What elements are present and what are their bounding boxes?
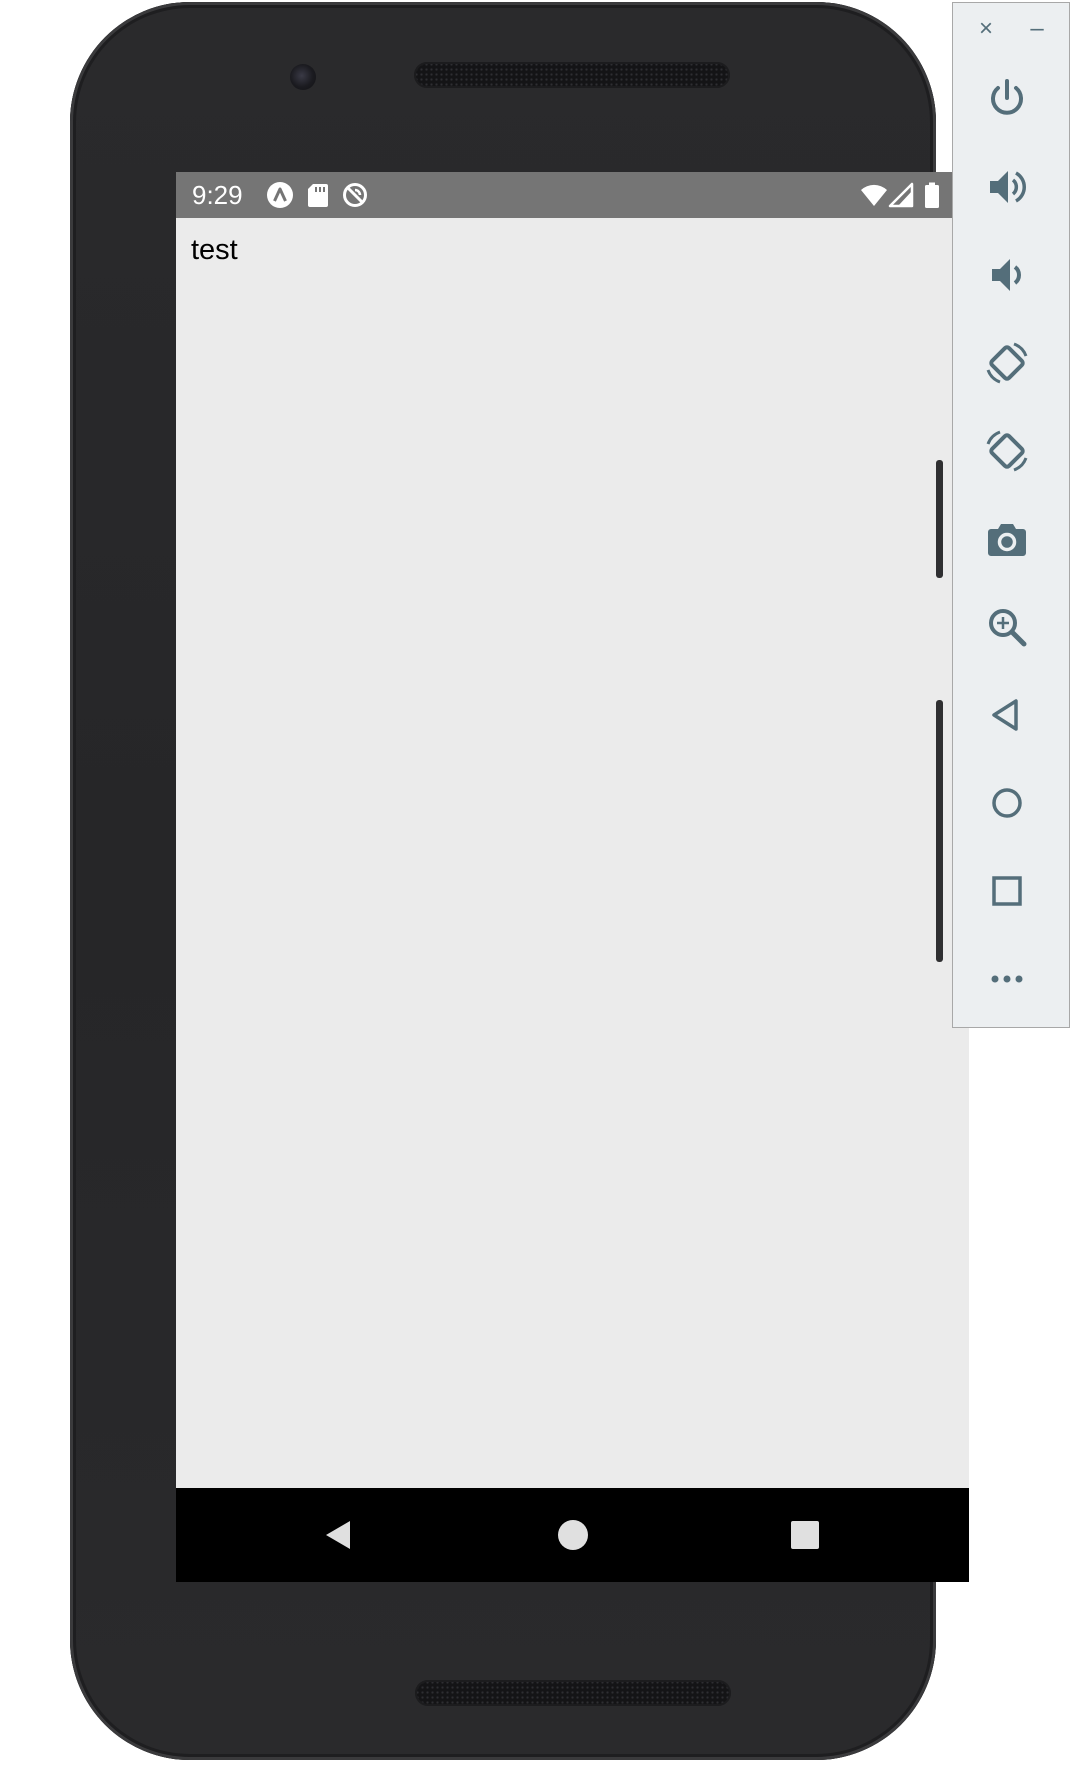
app-notification-icon <box>267 182 293 208</box>
sync-disabled-icon <box>343 183 367 207</box>
back-icon <box>992 699 1018 731</box>
volume-down-icon <box>992 259 1021 291</box>
toolbar-window-controls: × – <box>953 3 1069 59</box>
volume-up-icon <box>990 171 1026 203</box>
toolbar-back-button[interactable] <box>977 685 1037 745</box>
nav-home-icon[interactable] <box>556 1518 590 1552</box>
top-speaker <box>414 62 730 88</box>
app-text: test <box>191 234 238 266</box>
overview-icon <box>992 876 1022 906</box>
device-screen[interactable]: 9:29 test <box>176 172 969 1582</box>
zoom-icon <box>989 609 1027 647</box>
rotate-left-icon <box>986 342 1028 384</box>
more-icon <box>991 975 1023 983</box>
hardware-volume-button <box>936 700 943 962</box>
app-content: test <box>176 218 969 1488</box>
rotate-left-button[interactable] <box>977 333 1037 393</box>
more-button[interactable] <box>977 949 1037 1009</box>
nav-back-icon[interactable] <box>322 1518 356 1552</box>
nav-recents-icon[interactable] <box>788 1518 822 1552</box>
home-icon <box>992 788 1022 818</box>
power-icon <box>991 79 1023 115</box>
volume-up-button[interactable] <box>977 157 1037 217</box>
toolbar-overview-button[interactable] <box>977 861 1037 921</box>
status-time: 9:29 <box>192 180 243 210</box>
status-bar: 9:29 <box>176 172 969 218</box>
wifi-icon <box>861 184 887 206</box>
close-icon[interactable]: × <box>972 15 1000 43</box>
power-button[interactable] <box>977 69 1037 129</box>
rotate-right-icon <box>986 430 1028 472</box>
sd-card-icon <box>308 184 328 207</box>
volume-down-button[interactable] <box>977 245 1037 305</box>
screenshot-button[interactable] <box>977 509 1037 569</box>
phone-frame: 9:29 test <box>70 2 969 1760</box>
bottom-speaker <box>415 1680 731 1706</box>
zoom-button[interactable] <box>977 597 1037 657</box>
camera-icon <box>988 524 1026 556</box>
navigation-bar <box>176 1488 969 1582</box>
emulator-toolbar: × – <box>952 2 1070 1028</box>
front-camera <box>290 64 316 90</box>
hardware-power-button <box>936 460 943 578</box>
rotate-right-button[interactable] <box>977 421 1037 481</box>
cell-signal-icon <box>888 182 914 208</box>
battery-icon <box>925 182 939 208</box>
toolbar-home-button[interactable] <box>977 773 1037 833</box>
minimize-icon[interactable]: – <box>1023 15 1051 43</box>
